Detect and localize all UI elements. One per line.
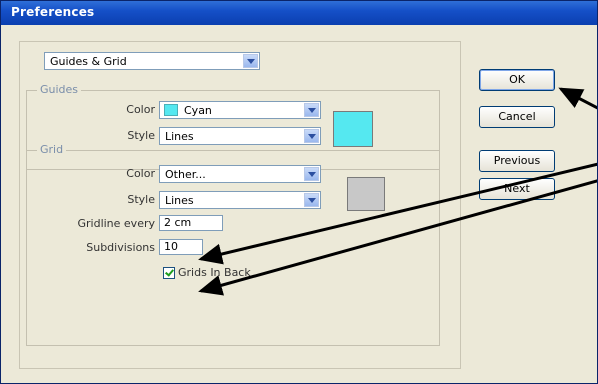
arrow-to-ok-button [558, 87, 597, 110]
guides-color-select[interactable]: Cyan [159, 101, 321, 119]
preferences-dialog: Preferences Guides & Grid Guides Color C… [0, 0, 598, 384]
preferences-panel: Guides & Grid Guides Color Cyan Style Li… [19, 41, 461, 369]
category-select-value: Guides & Grid [50, 55, 127, 68]
subdivisions-label: Subdivisions [86, 241, 155, 254]
grid-legend: Grid [37, 143, 67, 156]
grid-color-swatch[interactable] [347, 177, 385, 211]
grid-style-label: Style [127, 193, 155, 206]
chevron-down-icon [304, 129, 319, 143]
grids-in-back-checkbox[interactable] [163, 267, 175, 279]
guides-color-chip [164, 104, 178, 116]
grid-color-value: Other... [165, 168, 206, 181]
ok-button[interactable]: OK [479, 69, 555, 91]
subdivisions-field[interactable]: 10 [159, 239, 203, 255]
grid-group: Grid Color Other... Style Lines Gridline… [26, 143, 440, 346]
chevron-down-icon [304, 103, 319, 117]
guides-color-label: Color [126, 103, 155, 116]
guides-legend: Guides [37, 83, 82, 96]
next-button[interactable]: Next [479, 178, 555, 200]
guides-color-value: Cyan [184, 104, 212, 117]
grids-in-back-label: Grids In Back [178, 266, 251, 279]
grid-color-label: Color [126, 167, 155, 180]
chevron-down-icon [243, 54, 258, 68]
category-select[interactable]: Guides & Grid [44, 52, 260, 70]
guides-color-swatch[interactable] [333, 111, 373, 147]
guides-style-label: Style [127, 129, 155, 142]
chevron-down-icon [304, 193, 319, 207]
guides-style-select[interactable]: Lines [159, 127, 321, 145]
guides-style-value: Lines [165, 130, 194, 143]
chevron-down-icon [304, 167, 319, 181]
previous-button[interactable]: Previous [479, 150, 555, 172]
title-bar: Preferences [1, 1, 597, 25]
gridline-every-field[interactable]: 2 cm [159, 215, 223, 231]
cancel-button[interactable]: Cancel [479, 106, 555, 128]
grid-style-value: Lines [165, 194, 194, 207]
grid-style-select[interactable]: Lines [159, 191, 321, 209]
gridline-every-label: Gridline every [77, 217, 155, 230]
grid-color-select[interactable]: Other... [159, 165, 321, 183]
window-title: Preferences [11, 5, 95, 19]
